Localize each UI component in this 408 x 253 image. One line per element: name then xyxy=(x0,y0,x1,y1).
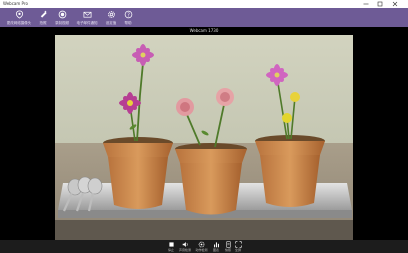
email-icon xyxy=(83,11,91,18)
video-title: Webcam 1730 xyxy=(189,28,219,33)
minimize-button[interactable] xyxy=(360,0,372,8)
webcam-video-feed[interactable] xyxy=(55,35,353,240)
change-webcam-button[interactable]: 更改网络摄像头 xyxy=(5,8,33,27)
fullscreen-button[interactable]: 全屏 xyxy=(232,240,244,253)
control-label: 声音检测 xyxy=(178,247,191,252)
help-button[interactable]: ? 帮助 xyxy=(121,8,135,27)
maximize-button[interactable] xyxy=(374,0,386,8)
chart-button[interactable]: 图表 xyxy=(210,240,222,253)
app-title: Webcam Pro xyxy=(3,1,28,6)
fullscreen-icon xyxy=(234,241,242,248)
stop-icon xyxy=(168,242,174,247)
sound-detection-button[interactable]: 声音检测 xyxy=(177,240,193,253)
motion-detection-button[interactable]: 动作检测 xyxy=(194,240,209,253)
close-button[interactable] xyxy=(389,0,401,8)
help-icon: ? xyxy=(124,10,132,18)
volume-icon xyxy=(182,242,188,247)
webcam-frame-image xyxy=(55,35,353,240)
motion-icon xyxy=(198,241,205,248)
toolbar-label: 更改网络摄像头 xyxy=(6,20,32,25)
close-icon xyxy=(392,1,398,7)
main-toolbar: 更改网络摄像头 拍照 录制视频 电子邮件通知 设定值 ? 帮助 xyxy=(0,8,408,27)
record-video-button[interactable]: 录制视频 xyxy=(53,8,71,27)
toolbar-label: 电子邮件通知 xyxy=(76,20,98,25)
record-icon xyxy=(58,10,66,19)
snapshot-icon xyxy=(225,241,231,248)
control-label: 停止 xyxy=(167,247,174,252)
stop-button[interactable]: 停止 xyxy=(165,240,177,253)
chart-icon xyxy=(213,242,219,248)
maximize-icon xyxy=(377,1,383,7)
svg-text:?: ? xyxy=(127,12,130,18)
toolbar-label: 设定值 xyxy=(105,20,117,25)
playback-control-bar: 停止 声音检测 动作检测 图表 快照 全屏 xyxy=(0,240,408,253)
toolbar-label: 录制视频 xyxy=(55,20,69,25)
control-label: 快照 xyxy=(224,247,231,252)
toolbar-label: 帮助 xyxy=(124,20,132,25)
camera-switch-icon xyxy=(15,10,23,19)
email-notification-button[interactable]: 电子邮件通知 xyxy=(74,8,100,27)
control-label: 全屏 xyxy=(234,247,241,252)
settings-button[interactable]: 设定值 xyxy=(103,8,119,27)
take-photo-button[interactable]: 拍照 xyxy=(36,8,50,27)
minimize-icon xyxy=(363,3,369,5)
control-label: 图表 xyxy=(212,247,219,252)
video-header: Webcam 1730 xyxy=(55,27,353,35)
window-titlebar: Webcam Pro xyxy=(0,0,408,8)
toolbar-label: 拍照 xyxy=(39,20,47,25)
control-label: 动作检测 xyxy=(195,247,208,252)
photo-icon xyxy=(40,10,47,18)
settings-icon xyxy=(107,11,115,18)
